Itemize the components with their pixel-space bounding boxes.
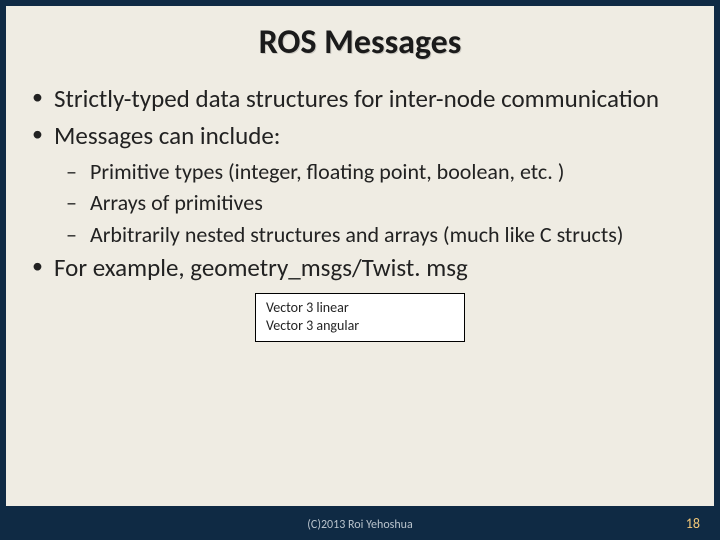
slide-body: ROS Messages Strictly-typed data structu… [6,6,714,506]
list-subitem: Arbitrarily nested structures and arrays… [28,221,692,249]
slide-title: ROS Messages [28,22,692,63]
slide-footer: (C)2013 Roi Yehoshua 18 [0,506,720,540]
copyright-text: (C)2013 Roi Yehoshua [0,518,720,532]
code-line: Vector 3 linear [266,299,454,317]
bullet-list: Strictly-typed data structures for inter… [28,83,692,283]
code-line: Vector 3 angular [266,317,454,335]
list-item: Strictly-typed data structures for inter… [28,83,692,114]
list-subitem: Arrays of primitives [28,189,692,217]
list-subitem: Primitive types (integer, floating point… [28,158,692,186]
list-item: For example, geometry_msgs/Twist. msg [28,252,692,283]
page-number: 18 [686,515,700,532]
list-item: Messages can include: [28,120,692,151]
code-box: Vector 3 linear Vector 3 angular [255,293,465,341]
